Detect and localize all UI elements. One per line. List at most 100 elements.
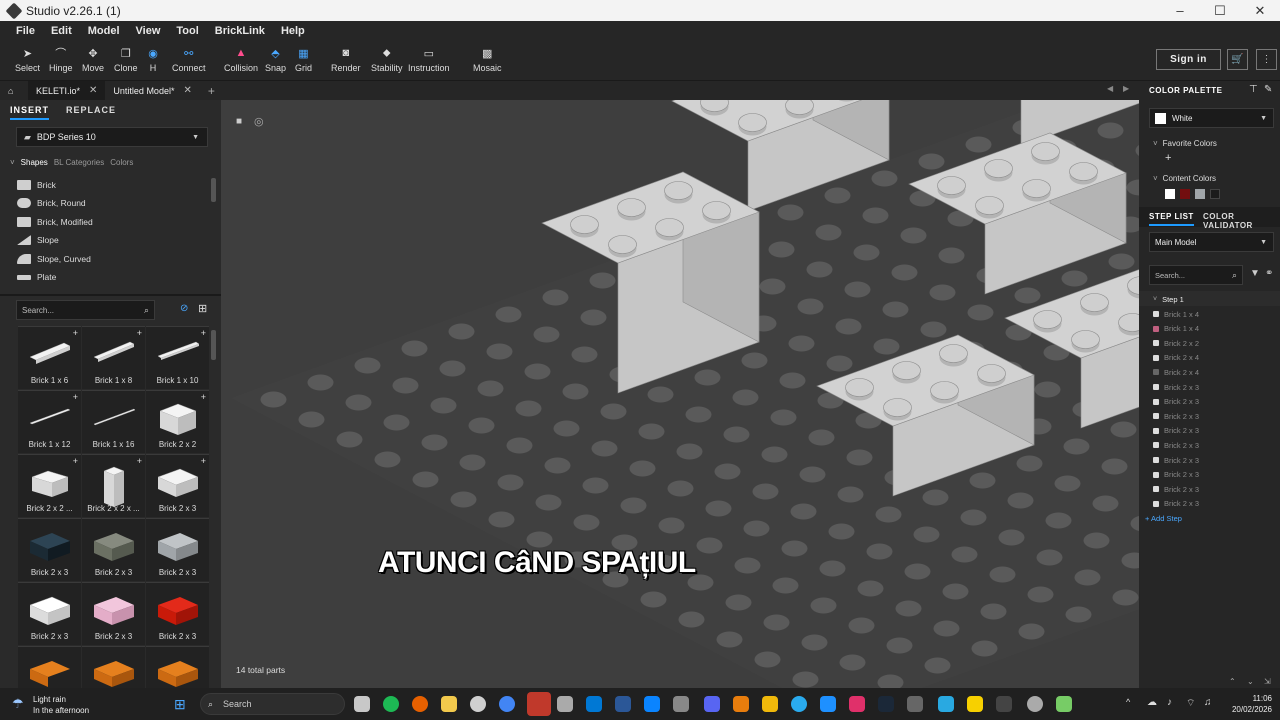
step-part-item[interactable]: Brick 2 x 3 [1153, 424, 1273, 438]
cloud-icon[interactable]: ☁ [1147, 697, 1157, 708]
app-icon[interactable] [938, 696, 954, 712]
app-icon[interactable] [907, 696, 923, 712]
resize-handle-icon[interactable]: ⇲ [1264, 677, 1271, 686]
content-color-swatch[interactable] [1165, 189, 1175, 199]
part-tile[interactable]: Brick 1 x 16 [82, 390, 145, 453]
filter-icon[interactable]: ▼ [1250, 268, 1260, 279]
grid-view-icon[interactable]: ⊞ [198, 302, 207, 315]
category-slope[interactable]: Slope [8, 231, 208, 249]
part-tile[interactable]: + Brick 1 x 8 [82, 326, 145, 389]
link-icon[interactable]: ⚭ [1265, 268, 1273, 279]
app-icon[interactable] [849, 696, 865, 712]
category-brick-modified[interactable]: Brick, Modified [8, 213, 208, 231]
category-brick[interactable]: Brick [8, 176, 208, 194]
step-part-item[interactable]: Brick 2 x 3 [1153, 482, 1273, 496]
vscode-icon[interactable] [586, 696, 602, 712]
hinge-tool-button[interactable]: ⌒ Hinge [49, 46, 73, 78]
favorite-colors-header[interactable]: ˅ Favorite Colors [1153, 139, 1217, 148]
stability-button[interactable]: ⬥ Stability [371, 46, 403, 78]
connect-tool-button[interactable]: ⚯ Connect [172, 46, 206, 78]
taskbar-search[interactable]: ⌕ Search [200, 693, 345, 715]
step-part-item[interactable]: Brick 2 x 3 [1153, 380, 1273, 394]
volume-icon[interactable]: ♫ [1204, 697, 1212, 708]
part-tile[interactable]: Brick 2 x 3 [82, 582, 145, 645]
weather-icon[interactable]: ☂ [12, 696, 24, 712]
home-icon[interactable]: ⌂ [0, 81, 28, 100]
part-tile[interactable]: + Brick 1 x 12 [18, 390, 81, 453]
app-icon[interactable] [673, 696, 689, 712]
sign-in-button[interactable]: Sign in [1156, 49, 1221, 70]
step-part-item[interactable]: Brick 2 x 3 [1153, 395, 1273, 409]
cart-icon[interactable]: 🛒 [1227, 49, 1248, 70]
content-colors-header[interactable]: ˅ Content Colors [1153, 174, 1216, 183]
menu-view[interactable]: View [128, 25, 169, 37]
scene-canvas[interactable] [221, 100, 1139, 688]
palette-select[interactable]: ▰ BDP Series 10 ▼ [16, 127, 208, 147]
close-tab-icon[interactable]: ✕ [183, 85, 191, 96]
subtab-bl-categories[interactable]: BL Categories [54, 158, 104, 167]
part-tile[interactable]: Brick 2 x 3 [146, 518, 209, 581]
app-icon[interactable] [762, 696, 778, 712]
collapse-icon[interactable]: ⌃ [1229, 677, 1236, 686]
instruction-button[interactable]: ▭ Instruction [408, 46, 450, 78]
chrome-icon[interactable] [499, 696, 515, 712]
chevron-up-icon[interactable]: ^ [1126, 697, 1130, 707]
powershell-icon[interactable] [615, 696, 631, 712]
step-part-item[interactable]: Brick 1 x 4 [1153, 307, 1273, 321]
category-scrollbar[interactable] [211, 178, 216, 202]
studio-taskbar-icon[interactable] [527, 692, 551, 716]
spotify-icon[interactable] [383, 696, 399, 712]
step-part-item[interactable]: Brick 2 x 3 [1153, 468, 1273, 482]
part-tile[interactable]: Brick 2 x 3 [146, 582, 209, 645]
snap-toggle[interactable]: ⬘ Snap [265, 46, 286, 78]
system-clock[interactable]: 11:06 20/02/2026 [1232, 693, 1272, 715]
subtab-shapes[interactable]: Shapes [21, 158, 48, 167]
firefox-icon[interactable] [412, 696, 428, 712]
tab-color-validator[interactable]: COLOR VALIDATOR [1203, 212, 1280, 230]
model-select[interactable]: Main Model ▼ [1149, 232, 1274, 252]
step-part-item[interactable]: Brick 2 x 2 [1153, 336, 1273, 350]
app-icon[interactable] [1027, 696, 1043, 712]
category-plate[interactable]: Plate [8, 268, 208, 286]
content-color-swatch[interactable] [1195, 189, 1205, 199]
part-tile[interactable]: Brick 2 x 3 [18, 518, 81, 581]
task-view-icon[interactable] [354, 696, 370, 712]
tab-scroll-left-icon[interactable]: ◀ [1107, 84, 1113, 93]
part-tile[interactable] [146, 646, 209, 688]
clone-tool-button[interactable]: ❐ Clone [114, 46, 138, 78]
microphone-icon[interactable]: ♪ [1167, 697, 1172, 708]
tab-untitled-model[interactable]: Untitled Model* ✕ [105, 81, 199, 100]
menu-tool[interactable]: Tool [168, 25, 206, 37]
menu-edit[interactable]: Edit [43, 25, 80, 37]
part-tile[interactable]: + Brick 2 x 2 ... [18, 454, 81, 517]
blender-icon[interactable] [733, 696, 749, 712]
part-tile[interactable]: Brick 2 x 3 [18, 582, 81, 645]
expand-icon[interactable]: ⌄ [1247, 677, 1254, 686]
close-tab-icon[interactable]: ✕ [89, 85, 97, 96]
part-tile[interactable] [82, 646, 145, 688]
parts-search-input[interactable]: Search... ⌕ [16, 300, 155, 320]
tab-insert[interactable]: INSERT [10, 105, 50, 120]
category-slope-curved[interactable]: Slope, Curved [8, 250, 208, 268]
menu-file[interactable]: File [0, 25, 43, 37]
step-part-item[interactable]: Brick 2 x 4 [1153, 351, 1273, 365]
weather-widget[interactable]: Light rain In the afternoon [33, 694, 89, 716]
orbit-icon[interactable]: ◎ [254, 115, 264, 128]
part-tile[interactable]: + Brick 2 x 2 [146, 390, 209, 453]
step-part-item[interactable]: Brick 2 x 3 [1153, 497, 1273, 511]
move-tool-button[interactable]: ✥ Move [82, 46, 104, 78]
color-select[interactable]: White ▼ [1149, 108, 1274, 128]
step-part-item[interactable]: Brick 2 x 3 [1153, 409, 1273, 423]
close-window-button[interactable]: ✕ [1240, 3, 1280, 19]
windows-start-icon[interactable]: ⊞ [174, 696, 186, 713]
tab-step-list[interactable]: STEP LIST [1149, 212, 1194, 226]
3d-viewport[interactable]: ■ ◎ 14 total parts ATUNCI CâND SPAțIUL [221, 100, 1139, 688]
step-part-item[interactable]: Brick 1 x 4 [1153, 322, 1273, 336]
grid-toggle[interactable]: ▦ Grid [295, 46, 312, 78]
maximize-button[interactable]: ☐ [1200, 3, 1240, 19]
select-tool-button[interactable]: ➤ Select [15, 46, 40, 78]
part-tile[interactable]: + Brick 1 x 10 [146, 326, 209, 389]
edge-icon[interactable] [644, 696, 660, 712]
menu-model[interactable]: Model [80, 25, 128, 37]
menu-bricklink[interactable]: BrickLink [207, 25, 273, 37]
